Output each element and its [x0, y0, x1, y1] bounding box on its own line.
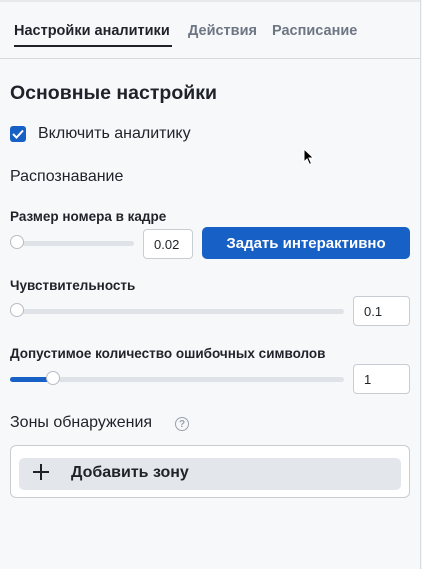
section-title: Основные настройки: [10, 82, 217, 104]
slider-track: [10, 241, 134, 246]
active-tab-indicator: [14, 45, 172, 47]
slider-thumb[interactable]: [46, 371, 61, 385]
sensitivity-label: Чувствительность: [10, 278, 136, 293]
enable-analytics-label: Включить аналитику: [38, 125, 191, 142]
plate-size-label: Размер номера в кадре: [10, 209, 167, 224]
set-interactively-button[interactable]: Задать интерактивно: [202, 227, 410, 259]
enable-analytics-checkbox[interactable]: [10, 126, 26, 142]
sensitivity-input[interactable]: 0.1: [353, 296, 410, 326]
error-chars-input[interactable]: 1: [353, 364, 410, 394]
tab-analytics-settings[interactable]: Настройки аналитики: [14, 23, 170, 39]
plus-icon: [32, 463, 50, 481]
plate-size-input[interactable]: 0.02: [143, 229, 193, 259]
analytics-settings-panel: Настройки аналитики Действия Расписание …: [0, 0, 421, 569]
error-chars-slider[interactable]: [10, 368, 344, 390]
tab-actions[interactable]: Действия: [188, 23, 257, 39]
slider-thumb[interactable]: [10, 303, 24, 317]
recognition-heading: Распознавание: [10, 168, 124, 185]
top-divider: [0, 0, 420, 2]
sensitivity-slider[interactable]: [10, 300, 344, 322]
mouse-cursor-icon: [303, 148, 315, 166]
slider-track: [10, 377, 344, 382]
plate-size-slider[interactable]: [10, 232, 134, 254]
slider-thumb[interactable]: [10, 235, 24, 249]
tab-schedule[interactable]: Расписание: [272, 23, 357, 39]
checkmark-icon: [12, 129, 24, 139]
add-zone-label: Добавить зону: [71, 464, 189, 481]
detection-zones-title: Зоны обнаружения: [10, 414, 153, 431]
question-circle-icon[interactable]: ?: [175, 417, 189, 431]
error-chars-label: Допустимое количество ошибочных символов: [10, 346, 326, 361]
tab-bar: Настройки аналитики Действия Расписание: [0, 10, 420, 59]
slider-track: [10, 309, 344, 314]
add-zone-button[interactable]: Добавить зону: [19, 458, 401, 490]
detection-zones-box: Добавить зону: [10, 445, 410, 498]
